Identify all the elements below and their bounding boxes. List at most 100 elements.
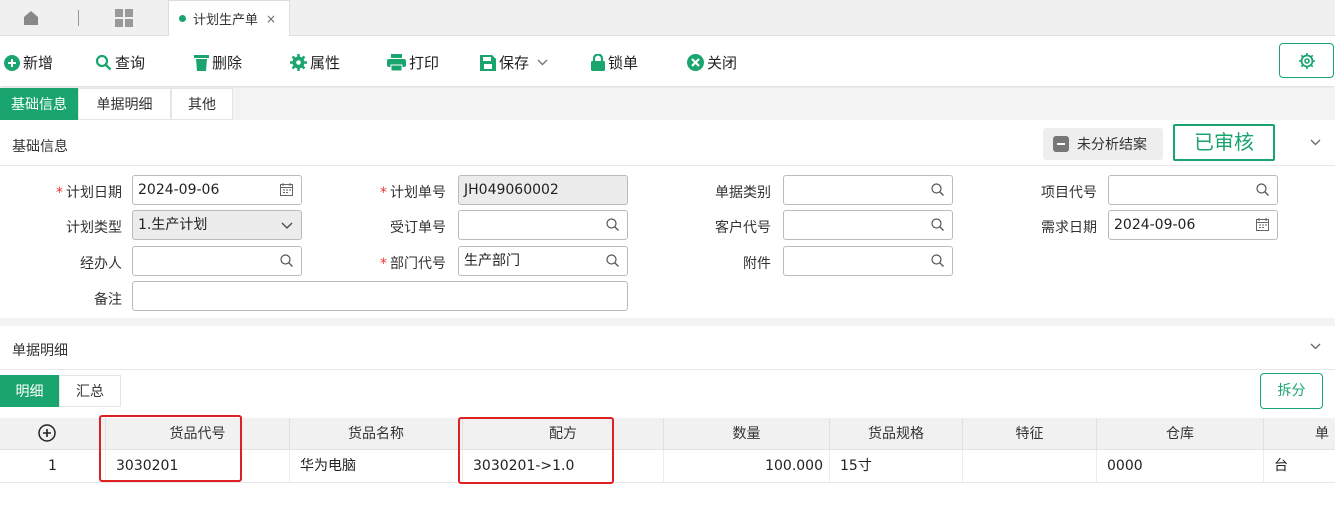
gear-icon [290, 54, 307, 71]
calendar-icon[interactable] [280, 183, 293, 196]
attachment-label: 附件 [743, 256, 771, 272]
search-icon [95, 54, 112, 71]
col-qty[interactable]: 数量 [664, 418, 830, 450]
save-icon [480, 54, 496, 71]
close-label: 关闭 [707, 54, 738, 72]
cell-name[interactable]: 华为电脑 [290, 450, 463, 483]
customer-code-field[interactable] [783, 210, 953, 240]
detail-title: 单据明细 [12, 343, 68, 359]
highlight-box-code [99, 415, 242, 482]
demand-date-field[interactable]: 2024-09-06 [1108, 210, 1278, 240]
tab-doc-detail[interactable]: 单据明细 [78, 88, 171, 120]
save-label: 保存 [499, 54, 530, 72]
tab-other[interactable]: 其他 [171, 88, 233, 120]
unanalyzed-badge: 未分析结案 [1043, 128, 1163, 160]
top-tab-bar: 计划生产单 × [0, 0, 1335, 36]
save-button[interactable]: 保存 [480, 52, 551, 73]
search-icon[interactable] [1256, 183, 1269, 196]
delete-button[interactable]: 删除 [194, 52, 242, 73]
plan-type-value: 1.生产计划 [138, 217, 208, 233]
basic-info-title: 基础信息 [12, 139, 68, 155]
dept-code-label: * 部门代号 [346, 253, 446, 273]
plan-no-label: * 计划单号 [346, 182, 446, 202]
cell-qty[interactable]: 100.000 [664, 450, 830, 483]
tab-detail[interactable]: 明细 [0, 375, 59, 407]
add-row-cell [0, 418, 106, 450]
dept-code-field[interactable]: 生产部门 [458, 246, 628, 276]
home-icon[interactable] [22, 9, 40, 27]
plan-date-field[interactable]: 2024-09-06 [132, 175, 302, 205]
chevron-down-icon[interactable] [281, 222, 293, 229]
demand-date-value: 2024-09-06 [1114, 217, 1196, 233]
settings-button[interactable] [1279, 43, 1334, 78]
delete-label: 删除 [212, 54, 243, 72]
search-icon[interactable] [280, 254, 293, 267]
minus-icon [1053, 136, 1069, 152]
required-mark: * [380, 256, 387, 272]
split-button[interactable]: 拆分 [1260, 373, 1323, 409]
col-feature[interactable]: 特征 [963, 418, 1097, 450]
lock-button[interactable]: 锁单 [591, 52, 638, 73]
order-no-label: 受订单号 [390, 220, 446, 236]
tab-close-icon[interactable]: × [266, 12, 276, 26]
plan-date-value: 2024-09-06 [138, 182, 220, 198]
tab-basic-info[interactable]: 基础信息 [0, 88, 78, 120]
cell-feature[interactable] [963, 450, 1097, 483]
plus-circle-icon [4, 54, 20, 71]
toolbar: 新增 查询 删除 属性 打印 保存 锁单 关闭 [0, 36, 1335, 86]
calendar-icon[interactable] [1256, 218, 1269, 231]
col-warehouse[interactable]: 仓库 [1097, 418, 1264, 450]
close-button[interactable]: 关闭 [687, 52, 737, 73]
add-button[interactable]: 新增 [4, 52, 53, 73]
required-mark: * [380, 185, 387, 201]
demand-date-label: 需求日期 [1041, 220, 1097, 236]
search-icon[interactable] [606, 254, 619, 267]
plan-no-value: JH049060002 [464, 182, 559, 198]
cell-unit[interactable]: 台 [1264, 450, 1335, 483]
doc-type-label: 单据类别 [715, 185, 771, 201]
detail-header: 单据明细 [0, 326, 1335, 370]
cell-warehouse[interactable]: 0000 [1097, 450, 1264, 483]
doc-type-field[interactable] [783, 175, 953, 205]
unanalyzed-label: 未分析结案 [1077, 137, 1147, 153]
col-spec[interactable]: 货品规格 [830, 418, 963, 450]
lock-icon [591, 54, 605, 71]
chevron-down-icon[interactable] [537, 59, 548, 66]
trash-icon [194, 55, 209, 71]
approved-stamp: 已审核 [1173, 124, 1275, 161]
row-index: 1 [0, 450, 106, 483]
col-unit[interactable]: 单 [1264, 418, 1335, 450]
section-divider [0, 318, 1335, 326]
query-button[interactable]: 查询 [95, 52, 145, 73]
remark-field[interactable] [132, 281, 628, 311]
tab-plan-production[interactable]: 计划生产单 × [168, 0, 290, 36]
attachment-field[interactable] [783, 246, 953, 276]
props-label: 属性 [310, 54, 341, 72]
search-icon[interactable] [931, 183, 944, 196]
cell-spec[interactable]: 15寸 [830, 450, 963, 483]
grid-icon[interactable] [114, 8, 134, 28]
project-code-field[interactable] [1108, 175, 1278, 205]
settings-gear-icon [1298, 52, 1315, 69]
order-no-field[interactable] [458, 210, 628, 240]
dept-code-text: 部门代号 [390, 256, 446, 272]
plan-type-select[interactable]: 1.生产计划 [132, 210, 302, 240]
chevron-down-icon[interactable] [1310, 139, 1321, 146]
print-button[interactable]: 打印 [387, 52, 439, 73]
printer-icon [387, 54, 406, 71]
plan-no-text: 计划单号 [390, 185, 446, 201]
col-name[interactable]: 货品名称 [290, 418, 463, 450]
chevron-down-icon[interactable] [1310, 343, 1321, 350]
tab-title: 计划生产单 [193, 13, 259, 28]
search-icon[interactable] [931, 218, 944, 231]
required-mark: * [56, 185, 63, 201]
add-row-icon[interactable] [38, 424, 56, 442]
handler-label: 经办人 [80, 256, 122, 272]
plan-type-label: 计划类型 [66, 220, 122, 236]
tab-divider [78, 10, 79, 26]
handler-field[interactable] [132, 246, 302, 276]
search-icon[interactable] [931, 254, 944, 267]
search-icon[interactable] [606, 218, 619, 231]
props-button[interactable]: 属性 [290, 52, 340, 73]
tab-summary[interactable]: 汇总 [59, 375, 121, 407]
